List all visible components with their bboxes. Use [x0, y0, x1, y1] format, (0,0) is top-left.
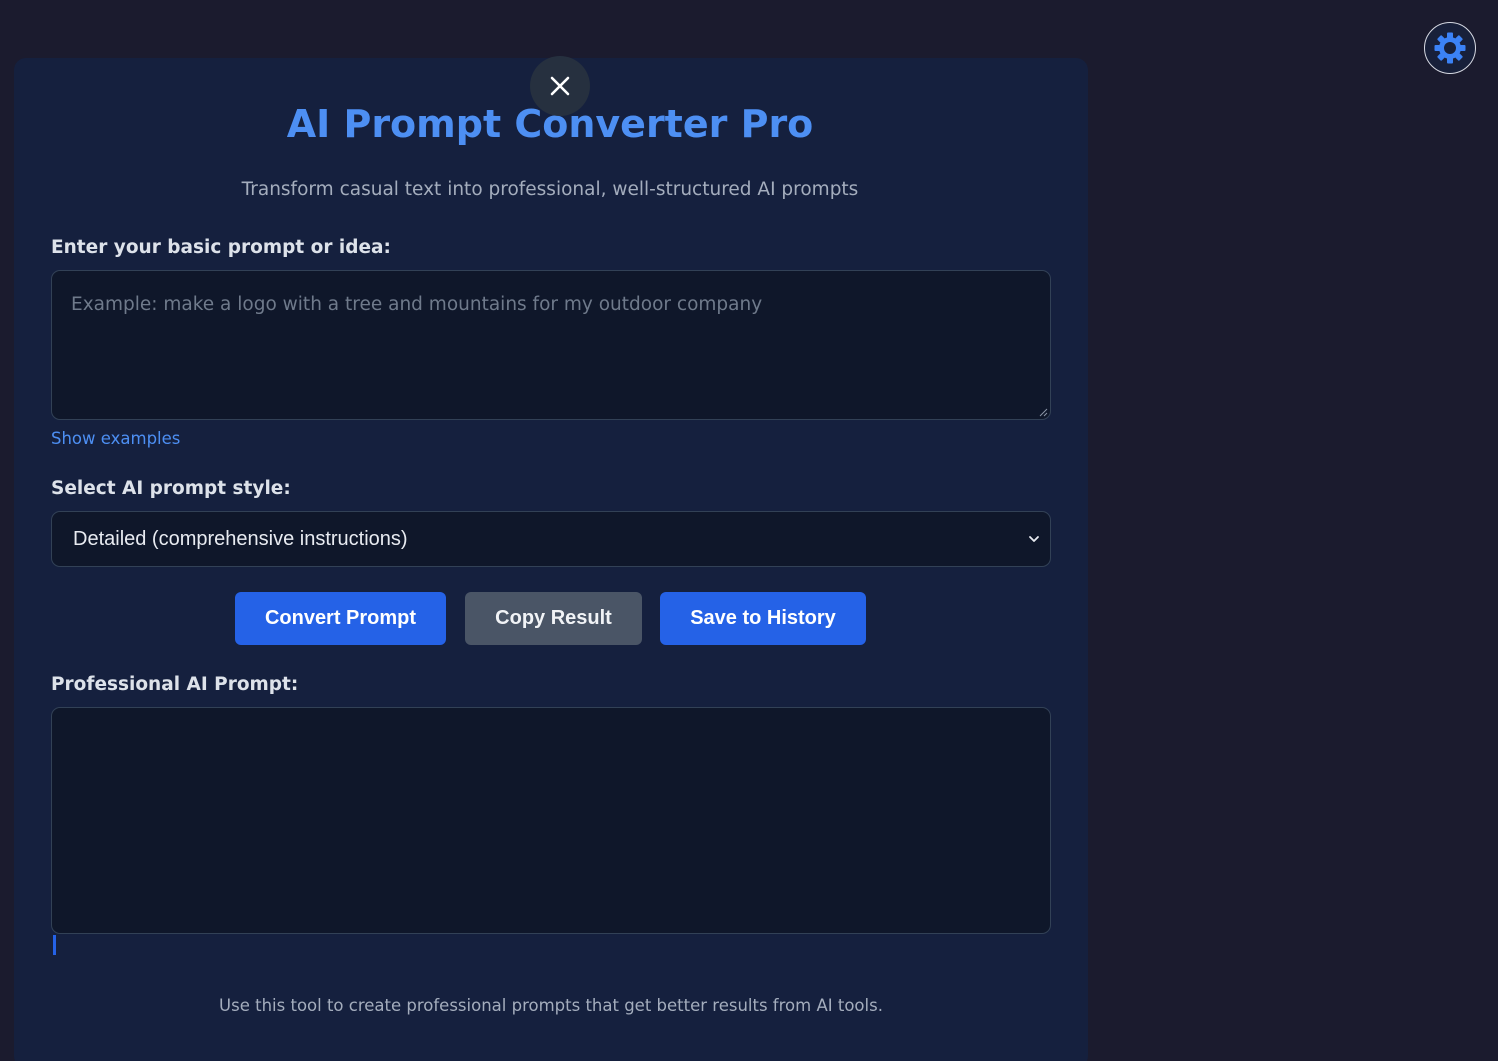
show-examples-link[interactable]: Show examples	[51, 427, 180, 451]
save-to-history-button[interactable]: Save to History	[660, 592, 866, 645]
prompt-input-placeholder: Example: make a logo with a tree and mou…	[71, 294, 763, 315]
page: AI Prompt Converter Pro Transform casual…	[0, 0, 1498, 1061]
prompt-style-selected-value: Detailed (comprehensive instructions)	[73, 528, 408, 550]
text-cursor	[53, 935, 56, 955]
professional-prompt-output[interactable]	[51, 707, 1051, 934]
prompt-style-select[interactable]: Detailed (comprehensive instructions)	[51, 511, 1051, 567]
converter-panel: AI Prompt Converter Pro Transform casual…	[14, 56, 1088, 1061]
close-button[interactable]	[530, 56, 590, 116]
prompt-input-label: Enter your basic prompt or idea:	[51, 237, 391, 258]
footer-note: Use this tool to create professional pro…	[219, 996, 883, 1015]
close-icon	[550, 76, 570, 96]
resize-handle-icon[interactable]	[1038, 407, 1048, 417]
convert-prompt-button[interactable]: Convert Prompt	[235, 592, 446, 645]
output-label: Professional AI Prompt:	[51, 674, 299, 695]
style-select-label: Select AI prompt style:	[51, 478, 291, 499]
page-subtitle: Transform casual text into professional,…	[241, 179, 859, 200]
chevron-down-icon	[1029, 536, 1039, 542]
theme-toggle-button[interactable]	[1424, 22, 1476, 74]
copy-result-button[interactable]: Copy Result	[465, 592, 642, 645]
prompt-input[interactable]: Example: make a logo with a tree and mou…	[51, 270, 1051, 420]
gear-icon	[1434, 32, 1466, 64]
